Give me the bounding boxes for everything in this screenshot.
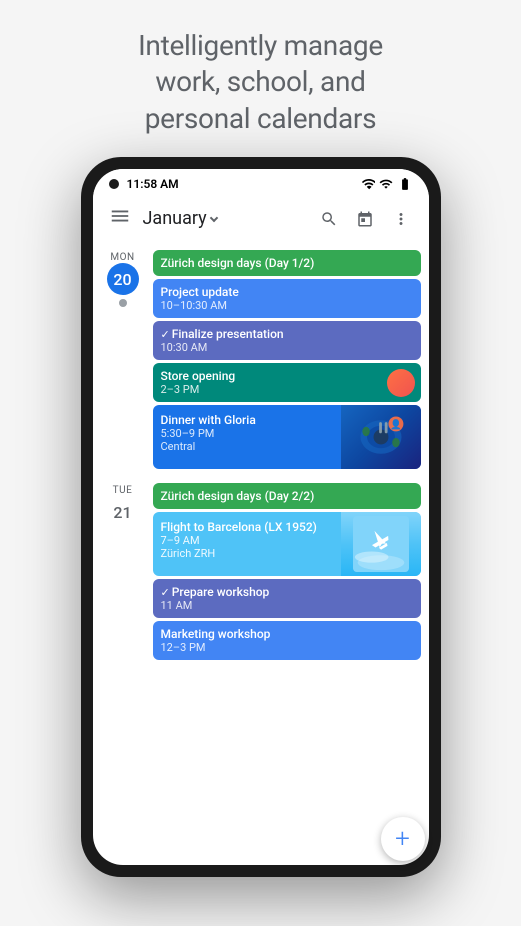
event-store-opening[interactable]: Store opening 2–3 PM	[153, 363, 421, 402]
toolbar-actions	[313, 203, 417, 235]
status-bar: 11:58 AM	[93, 169, 429, 195]
event-time: 10:30 AM	[161, 341, 413, 354]
event-finalize-presentation[interactable]: ✓Finalize presentation 10:30 AM	[153, 321, 421, 360]
phone-shell: 11:58 AM	[81, 157, 441, 877]
day-label-tuesday: TUE 21	[101, 483, 145, 660]
day-name-mon: MON	[110, 252, 134, 263]
event-dinner-gloria[interactable]: Dinner with Gloria 5:30–9 PM Central	[153, 405, 421, 469]
phone-screen: 11:58 AM	[93, 169, 429, 865]
event-time: 11 AM	[161, 599, 413, 612]
calendar-view-button[interactable]	[349, 203, 381, 235]
more-button[interactable]	[385, 203, 417, 235]
flight-image	[341, 512, 421, 576]
search-button[interactable]	[313, 203, 345, 235]
event-title: ✓Prepare workshop	[161, 585, 413, 599]
day-row-monday: MON 20 Zürich design days (Day 1/2) Proj…	[93, 246, 429, 473]
timeline-dot	[119, 299, 127, 307]
event-title: Zürich design days (Day 1/2)	[161, 256, 413, 270]
event-project-update[interactable]: Project update 10–10:30 AM	[153, 279, 421, 318]
day-number-21: 21	[107, 496, 139, 528]
calendar-content: MON 20 Zürich design days (Day 1/2) Proj…	[93, 242, 429, 865]
events-tuesday: Zürich design days (Day 2/2) Flight to B…	[153, 483, 421, 660]
status-time: 11:58 AM	[127, 177, 179, 191]
event-time: 10–10:30 AM	[161, 299, 413, 312]
events-monday: Zürich design days (Day 1/2) Project upd…	[153, 250, 421, 469]
event-title: Marketing workshop	[161, 627, 413, 641]
event-title: Project update	[161, 285, 413, 299]
wifi-icon	[361, 177, 375, 191]
event-title: Zürich design days (Day 2/2)	[161, 489, 413, 503]
dinner-image: 👤	[341, 405, 421, 469]
signal-icon	[379, 177, 393, 191]
toolbar: January	[93, 195, 429, 242]
battery-icon	[397, 177, 413, 191]
hero-text: Intelligently manage work, school, and p…	[98, 0, 423, 157]
event-prepare-workshop[interactable]: ✓Prepare workshop 11 AM	[153, 579, 421, 618]
month-title[interactable]: January	[143, 208, 305, 229]
svg-text:👤: 👤	[390, 419, 402, 431]
status-left: 11:58 AM	[109, 177, 179, 191]
event-time: 12–3 PM	[161, 641, 413, 654]
event-zurich-day2[interactable]: Zürich design days (Day 2/2)	[153, 483, 421, 509]
avatar	[387, 369, 415, 397]
camera-icon	[109, 179, 119, 189]
event-title: ✓Finalize presentation	[161, 327, 413, 341]
event-title: Store opening	[161, 369, 381, 383]
month-chevron	[209, 213, 217, 221]
check-icon: ✓	[161, 328, 170, 341]
day-row-tuesday: TUE 21 Zürich design days (Day 2/2) Flig…	[93, 479, 429, 664]
event-marketing-workshop[interactable]: Marketing workshop 12–3 PM	[153, 621, 421, 660]
fab-button[interactable]: +	[381, 817, 425, 861]
check-icon: ✓	[161, 586, 170, 599]
status-icons	[361, 177, 413, 191]
day-label-monday: MON 20	[101, 250, 145, 469]
event-flight-barcelona[interactable]: Flight to Barcelona (LX 1952) 7–9 AM Zür…	[153, 512, 421, 576]
event-zurich-day1[interactable]: Zürich design days (Day 1/2)	[153, 250, 421, 276]
day-name-tue: TUE	[113, 485, 133, 496]
menu-button[interactable]	[105, 201, 135, 236]
day-number-20: 20	[107, 263, 139, 295]
event-time: 2–3 PM	[161, 383, 381, 396]
